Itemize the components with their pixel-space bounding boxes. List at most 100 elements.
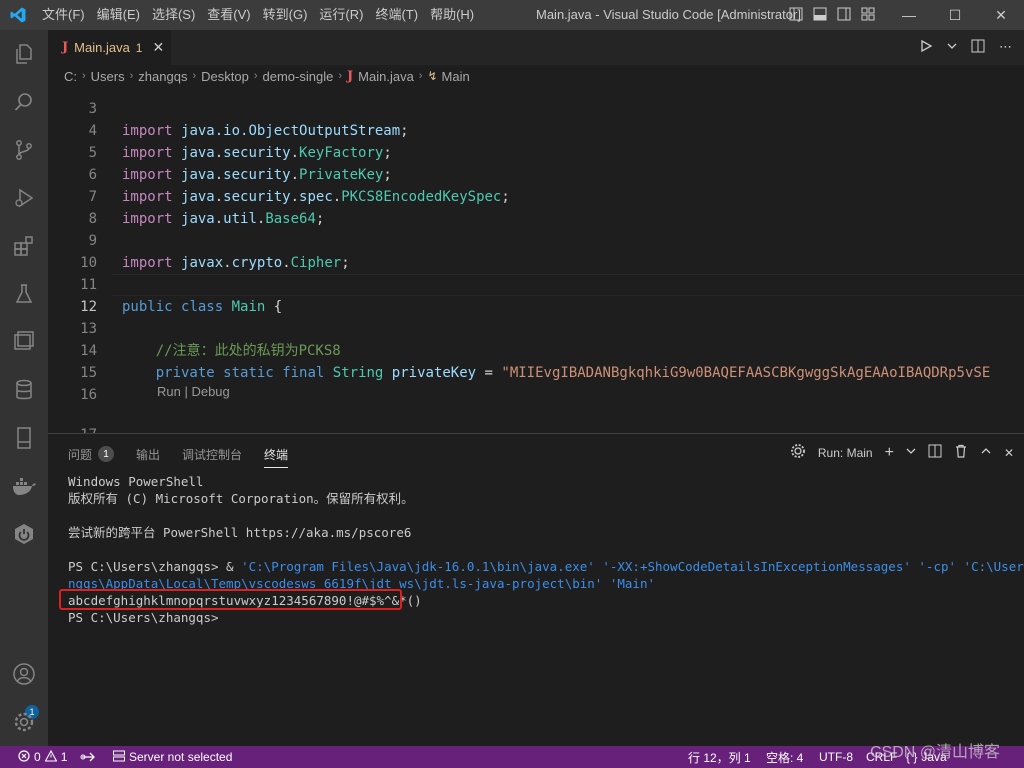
tab-problems[interactable]: 问题 1 bbox=[68, 444, 115, 464]
source-control-icon[interactable] bbox=[0, 130, 48, 170]
title-bar: 文件(F) 编辑(E) 选择(S) 查看(V) 转到(G) 运行(R) 终端(T… bbox=[0, 0, 1024, 30]
database-icon[interactable] bbox=[0, 370, 48, 410]
chevron-right-icon: › bbox=[418, 70, 423, 82]
server-status[interactable]: Server not selected bbox=[113, 746, 232, 768]
menu-file[interactable]: 文件(F) bbox=[36, 0, 91, 30]
activity-bar: 1 bbox=[0, 30, 48, 746]
breadcrumb-item[interactable]: Users bbox=[91, 69, 125, 84]
chevron-right-icon: › bbox=[129, 70, 134, 82]
watermark: CSDN @清山博客 bbox=[870, 744, 1001, 761]
tab-output-label: 输出 bbox=[136, 447, 161, 462]
more-actions-icon[interactable]: ⋯ bbox=[999, 39, 1012, 56]
new-terminal-icon[interactable]: + bbox=[885, 444, 894, 462]
chevron-right-icon: › bbox=[253, 70, 258, 82]
code-line: 4 import java.security.KeyFactory; bbox=[48, 98, 1024, 161]
server-label: Server not selected bbox=[129, 750, 233, 764]
code-editor[interactable]: 3 import java.io.ObjectOutputStream; 4 i… bbox=[48, 87, 1024, 433]
search-icon[interactable] bbox=[0, 82, 48, 122]
indentation[interactable]: 空格: 4 bbox=[766, 746, 803, 768]
breadcrumb-item[interactable]: Desktop bbox=[201, 69, 249, 84]
tab-problems-label: 问题 bbox=[68, 447, 93, 462]
toggle-secondary-sidebar-icon[interactable] bbox=[836, 6, 852, 22]
run-config-icon bbox=[790, 443, 806, 462]
toggle-sidebar-icon[interactable] bbox=[788, 6, 804, 22]
customize-layout-icon[interactable] bbox=[860, 6, 876, 22]
breadcrumb-item[interactable]: demo-single bbox=[263, 69, 334, 84]
code-line: 14 private static final String privateKe… bbox=[48, 318, 1024, 381]
tab-main-java[interactable]: J Main.java 1 ✕ bbox=[48, 30, 171, 65]
close-window-icon[interactable]: ✕ bbox=[978, 0, 1024, 30]
tab-debug-console[interactable]: 调试控制台 bbox=[182, 444, 242, 464]
warning-icon bbox=[44, 749, 58, 765]
menu-selection[interactable]: 选择(S) bbox=[146, 0, 201, 30]
maximize-panel-icon[interactable] bbox=[980, 445, 992, 460]
split-terminal-icon[interactable] bbox=[928, 444, 942, 461]
tab-terminal-label: 终端 bbox=[264, 447, 289, 462]
menu-help[interactable]: 帮助(H) bbox=[424, 0, 480, 30]
menu-edit[interactable]: 编辑(E) bbox=[91, 0, 146, 30]
encoding[interactable]: UTF-8 bbox=[819, 746, 853, 768]
window-title: Main.java - Visual Studio Code [Administ… bbox=[536, 7, 801, 22]
code-line: 12 bbox=[48, 274, 1024, 315]
vscode-logo-icon bbox=[0, 0, 36, 30]
tab-debug-console-label: 调试控制台 bbox=[182, 447, 243, 462]
run-debug-icon[interactable] bbox=[0, 178, 48, 218]
code-line: 18 String cipherText = "SBPF/RU/fk0mC+9i… bbox=[48, 424, 1024, 433]
docker-icon[interactable] bbox=[0, 466, 48, 506]
terminal-prompt: PS C:\Users\zhangqs> bbox=[68, 559, 219, 574]
code-line: 5 import java.security.PrivateKey; bbox=[48, 120, 1024, 183]
breadcrumb-file[interactable]: Main.java bbox=[358, 69, 414, 84]
chevron-right-icon: › bbox=[82, 70, 86, 82]
menu-run[interactable]: 运行(R) bbox=[313, 0, 369, 30]
spring-boot-icon[interactable] bbox=[0, 514, 48, 554]
terminal-line: Windows PowerShell bbox=[68, 474, 204, 489]
run-icon[interactable] bbox=[919, 39, 933, 56]
java-file-icon: J bbox=[347, 68, 354, 84]
tab-output[interactable]: 输出 bbox=[136, 444, 160, 464]
device-icon[interactable] bbox=[0, 418, 48, 458]
window-controls: — ☐ ✕ bbox=[886, 0, 1024, 30]
extensions-icon[interactable] bbox=[0, 226, 48, 266]
terminal-args: 'C:\Program Files\Java\jdk-16.0.1\bin\ja… bbox=[241, 559, 1024, 574]
error-count: 0 bbox=[34, 750, 41, 764]
terminal-line: 版权所有 (C) Microsoft Corporation。保留所有权利。 bbox=[68, 491, 414, 506]
close-panel-icon[interactable]: ✕ bbox=[1004, 446, 1014, 460]
chevron-down-icon[interactable] bbox=[947, 39, 957, 56]
settings-gear-icon[interactable] bbox=[0, 702, 48, 742]
codelens-run-debug[interactable]: Run | Debug bbox=[157, 384, 230, 399]
cursor-position[interactable]: 行 12，列 1 bbox=[688, 746, 751, 768]
minimize-icon[interactable]: — bbox=[886, 0, 932, 30]
menu-terminal[interactable]: 终端(T) bbox=[369, 0, 424, 30]
breadcrumb-symbol[interactable]: Main bbox=[442, 69, 470, 84]
breadcrumb-item[interactable]: C: bbox=[64, 69, 77, 84]
warning-count: 1 bbox=[60, 750, 68, 764]
code-line: 3 import java.io.ObjectOutputStream; bbox=[48, 87, 1024, 139]
remote-explorer-icon[interactable] bbox=[0, 322, 48, 362]
close-icon[interactable]: ✕ bbox=[152, 39, 164, 56]
split-editor-icon[interactable] bbox=[971, 39, 985, 56]
terminal-operator: & bbox=[218, 559, 242, 574]
breadcrumb-item[interactable]: zhangqs bbox=[138, 69, 187, 84]
code-line: 16 bbox=[48, 362, 1024, 403]
terminal-command-line: PS C:\Users\zhangqs> & 'C:\Program Files… bbox=[68, 558, 1024, 575]
menu-view[interactable]: 查看(V) bbox=[201, 0, 256, 30]
toggle-panel-icon[interactable] bbox=[812, 6, 828, 22]
tab-label: Main.java bbox=[74, 40, 130, 55]
problems-status[interactable]: 0 1 bbox=[18, 746, 67, 768]
code-line: 11 public class Main { bbox=[48, 252, 1024, 315]
code-line: 13 //注意：此处的私钥为PCKS8 bbox=[48, 296, 1024, 359]
maximize-icon[interactable]: ☐ bbox=[932, 0, 978, 30]
account-icon[interactable] bbox=[0, 654, 48, 694]
sync-icon[interactable] bbox=[80, 746, 96, 768]
chevron-down-icon[interactable] bbox=[906, 444, 916, 461]
trash-icon[interactable] bbox=[954, 444, 968, 461]
menu-go[interactable]: 转到(G) bbox=[257, 0, 314, 30]
explorer-icon[interactable] bbox=[0, 34, 48, 74]
testing-icon[interactable] bbox=[0, 274, 48, 314]
breadcrumb: C: › Users › zhangqs › Desktop › demo-single… bbox=[48, 65, 1024, 87]
terminal-prompt: PS C:\Users\zhangqs> bbox=[68, 610, 219, 625]
tab-terminal[interactable]: 终端 bbox=[264, 444, 289, 468]
terminal-select[interactable]: Run: Main bbox=[818, 446, 873, 460]
tab-problem-count: 1 bbox=[135, 40, 143, 55]
